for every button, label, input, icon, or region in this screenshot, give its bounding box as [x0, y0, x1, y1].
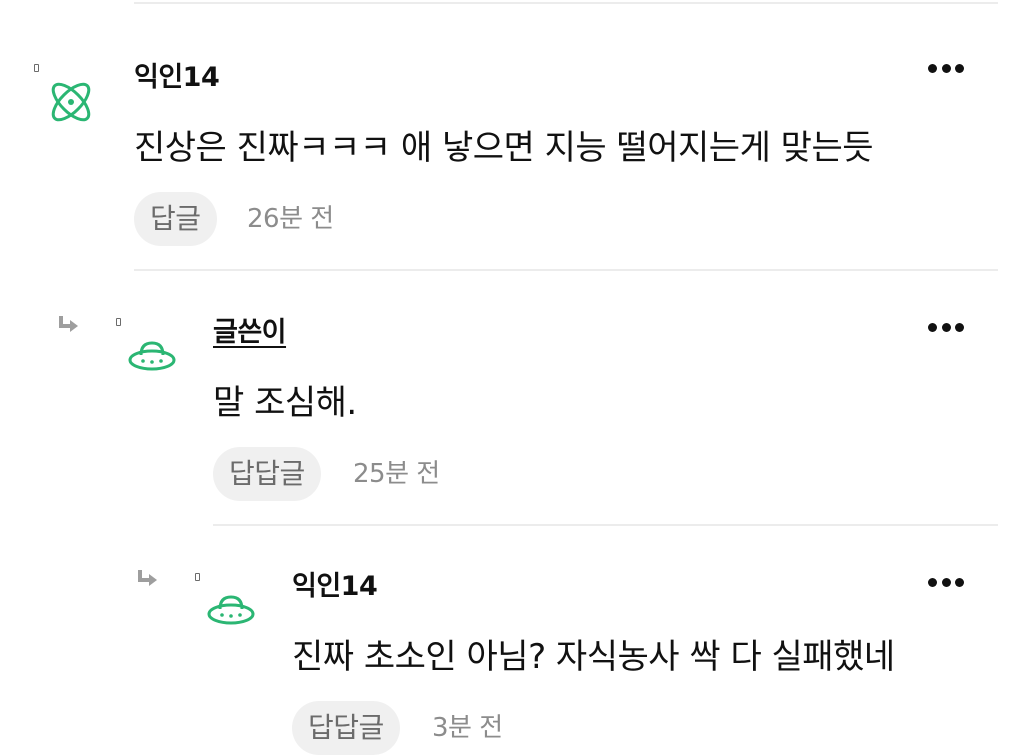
more-options-icon[interactable] [928, 321, 964, 333]
ufo-icon[interactable] [127, 340, 177, 374]
comment-author[interactable]: 익인14 [134, 62, 220, 94]
atom-icon[interactable] [45, 76, 97, 128]
reply-button[interactable]: 답답글 [213, 447, 321, 501]
reply-button[interactable]: 답답글 [292, 701, 400, 755]
comment-time: 25분 전 [353, 459, 440, 489]
badge-mark-icon [195, 573, 200, 581]
divider [213, 524, 998, 526]
comment-time: 3분 전 [432, 713, 503, 743]
comment-author[interactable]: 글쓴이 [213, 317, 287, 349]
divider [134, 269, 998, 271]
comment-text: 진짜 초소인 아님? 자식농사 싹 다 실패했네 [292, 637, 895, 677]
divider [134, 2, 998, 4]
reply-arrow-icon [138, 570, 157, 586]
reply-button[interactable]: 답글 [134, 192, 217, 246]
badge-mark-icon [116, 318, 121, 326]
comment-text: 말 조심해. [213, 383, 357, 423]
more-options-icon[interactable] [928, 62, 964, 74]
reply-arrow-icon [59, 316, 78, 332]
comment-text: 진상은 진짜ㅋㅋㅋ 애 낳으면 지능 떨어지는게 맞는듯 [134, 128, 874, 168]
ufo-icon[interactable] [206, 594, 256, 628]
comment-author[interactable]: 익인14 [292, 571, 378, 603]
comment-time: 26분 전 [247, 204, 334, 234]
badge-mark-icon [34, 64, 39, 72]
more-options-icon[interactable] [928, 576, 964, 588]
